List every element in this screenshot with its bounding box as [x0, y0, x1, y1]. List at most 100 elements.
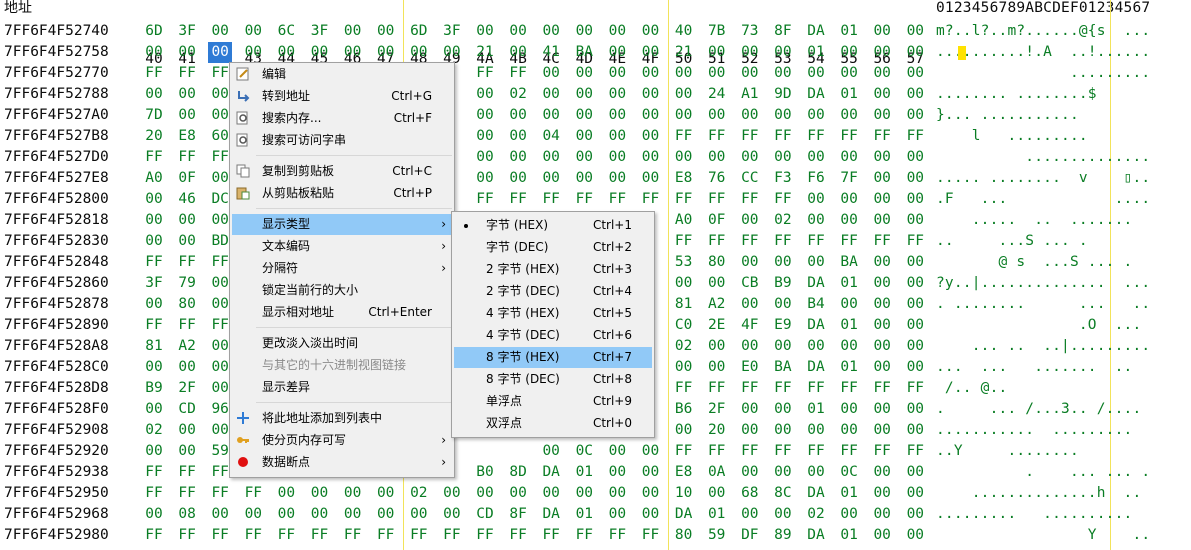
hex-byte[interactable]: 00	[341, 42, 365, 63]
hex-byte[interactable]: 00	[705, 63, 729, 84]
hex-byte[interactable]: 0C	[572, 441, 596, 462]
hex-byte[interactable]: 00	[837, 147, 861, 168]
hex-byte[interactable]: 00	[903, 189, 927, 210]
hex-byte[interactable]: 00	[705, 273, 729, 294]
hex-byte[interactable]: 00	[506, 147, 530, 168]
hex-byte[interactable]: 6C	[274, 21, 298, 42]
hex-byte[interactable]: 00	[804, 189, 828, 210]
hex-byte[interactable]: FF	[142, 252, 166, 273]
hex-byte[interactable]: FF	[672, 378, 696, 399]
submenu-item-5[interactable]: 4 字节 (DEC) Ctrl+6	[454, 325, 652, 346]
hex-byte[interactable]: FF	[738, 189, 762, 210]
hex-byte[interactable]: 00	[771, 399, 795, 420]
hex-byte[interactable]: 00	[506, 126, 530, 147]
hex-byte[interactable]: 00	[374, 42, 398, 63]
hex-byte[interactable]: FF	[175, 462, 199, 483]
hex-byte[interactable]: 00	[407, 42, 431, 63]
hex-byte[interactable]: 00	[308, 42, 332, 63]
hex-byte[interactable]: 00	[639, 504, 663, 525]
hex-byte[interactable]: 2F	[705, 399, 729, 420]
hex-byte[interactable]: FF	[407, 525, 431, 546]
hex-byte[interactable]: 00	[738, 504, 762, 525]
hex-byte[interactable]: 00	[639, 147, 663, 168]
hex-byte[interactable]: 0F	[705, 210, 729, 231]
hex-byte[interactable]: 00	[341, 504, 365, 525]
hex-byte[interactable]: 00	[837, 504, 861, 525]
row-address[interactable]: 7FF6F4F52848	[4, 252, 109, 273]
hex-byte[interactable]: FF	[241, 483, 265, 504]
menu-item-7[interactable]: 文本编码 ›	[232, 236, 452, 257]
hex-byte[interactable]: 00	[738, 294, 762, 315]
hex-byte[interactable]: 00	[539, 168, 563, 189]
hex-byte[interactable]: 00	[771, 504, 795, 525]
hex-byte[interactable]: FF	[870, 378, 894, 399]
hex-byte[interactable]: 00	[771, 147, 795, 168]
hex-byte[interactable]: FF	[473, 525, 497, 546]
row-address[interactable]: 7FF6F4F527E8	[4, 168, 109, 189]
hex-byte[interactable]: 00	[903, 504, 927, 525]
submenu-item-6[interactable]: 8 字节 (HEX) Ctrl+7	[454, 347, 652, 368]
menu-item-13[interactable]: 显示差异	[232, 377, 452, 398]
hex-byte[interactable]: 00	[870, 336, 894, 357]
hex-byte[interactable]: A2	[175, 336, 199, 357]
hex-row[interactable]: 7FF6F4F52938 FF FF FF B0 8D DA 01 00 00 E8 0A 00 00 00…	[0, 462, 1191, 483]
hex-byte[interactable]: FF	[175, 63, 199, 84]
hex-byte[interactable]: 00	[903, 84, 927, 105]
hex-byte[interactable]: 2F	[175, 378, 199, 399]
hex-byte[interactable]: 00	[274, 42, 298, 63]
hex-byte[interactable]: 6D	[407, 21, 431, 42]
hex-byte[interactable]: E8	[672, 168, 696, 189]
hex-byte[interactable]: FF	[804, 378, 828, 399]
ascii-text[interactable]: m?..l?..m?......@{s ...	[936, 21, 1150, 42]
hex-byte[interactable]: 3F	[308, 21, 332, 42]
hex-byte[interactable]: 00	[738, 252, 762, 273]
hex-byte[interactable]: 00	[539, 21, 563, 42]
hex-byte[interactable]: BA	[837, 252, 861, 273]
hex-byte[interactable]: 01	[837, 273, 861, 294]
hex-byte[interactable]: FF	[870, 441, 894, 462]
hex-byte[interactable]: 00	[870, 21, 894, 42]
hex-byte[interactable]: 00	[870, 483, 894, 504]
hex-byte[interactable]: FF	[539, 189, 563, 210]
menu-item-16[interactable]: 数据断点 ›	[232, 452, 452, 473]
hex-byte[interactable]: 00	[605, 441, 629, 462]
menu-item-5[interactable]: 从剪贴板粘贴 Ctrl+P	[232, 183, 452, 204]
hex-byte[interactable]: 00	[142, 504, 166, 525]
hex-byte[interactable]: 00	[639, 21, 663, 42]
hex-byte[interactable]: 00	[473, 84, 497, 105]
hex-row[interactable]: 7FF6F4F52980 FF FF FF FF FF FF FF FF FF FF FF FF FF FF…	[0, 525, 1191, 546]
hex-byte[interactable]: 00	[142, 189, 166, 210]
hex-byte[interactable]: 00	[539, 84, 563, 105]
hex-byte[interactable]: FF	[241, 525, 265, 546]
menu-item-10[interactable]: 显示相对地址 Ctrl+Enter	[232, 302, 452, 323]
ascii-text[interactable]: ..... ........ v ▯..	[936, 168, 1150, 189]
hex-byte[interactable]: DA	[539, 462, 563, 483]
hex-byte[interactable]: 00	[771, 252, 795, 273]
hex-byte[interactable]: E0	[738, 357, 762, 378]
hex-byte[interactable]: 00	[142, 399, 166, 420]
hex-byte[interactable]: 00	[903, 63, 927, 84]
hex-byte[interactable]: 00	[506, 21, 530, 42]
hex-byte[interactable]: 00	[572, 84, 596, 105]
hex-byte[interactable]: FF	[374, 525, 398, 546]
hex-byte[interactable]: 00	[870, 189, 894, 210]
hex-byte[interactable]: FF	[605, 525, 629, 546]
hex-byte[interactable]: FF	[142, 483, 166, 504]
hex-byte[interactable]: 20	[142, 126, 166, 147]
hex-byte[interactable]: 00	[870, 504, 894, 525]
hex-byte[interactable]: 00	[473, 147, 497, 168]
hex-byte[interactable]: 73	[738, 21, 762, 42]
hex-byte[interactable]: FF	[903, 126, 927, 147]
hex-byte[interactable]: FF	[705, 126, 729, 147]
hex-byte[interactable]: FF	[605, 189, 629, 210]
hex-byte[interactable]: 00	[903, 147, 927, 168]
hex-byte[interactable]: FF	[903, 378, 927, 399]
hex-byte[interactable]: 00	[241, 21, 265, 42]
row-address[interactable]: 7FF6F4F52818	[4, 210, 109, 231]
hex-byte[interactable]: 00	[572, 168, 596, 189]
hex-byte[interactable]: DA	[539, 504, 563, 525]
hex-byte[interactable]: 00	[639, 84, 663, 105]
hex-byte[interactable]: 00	[672, 105, 696, 126]
hex-byte[interactable]: 00	[870, 315, 894, 336]
hex-byte[interactable]: FF	[672, 189, 696, 210]
